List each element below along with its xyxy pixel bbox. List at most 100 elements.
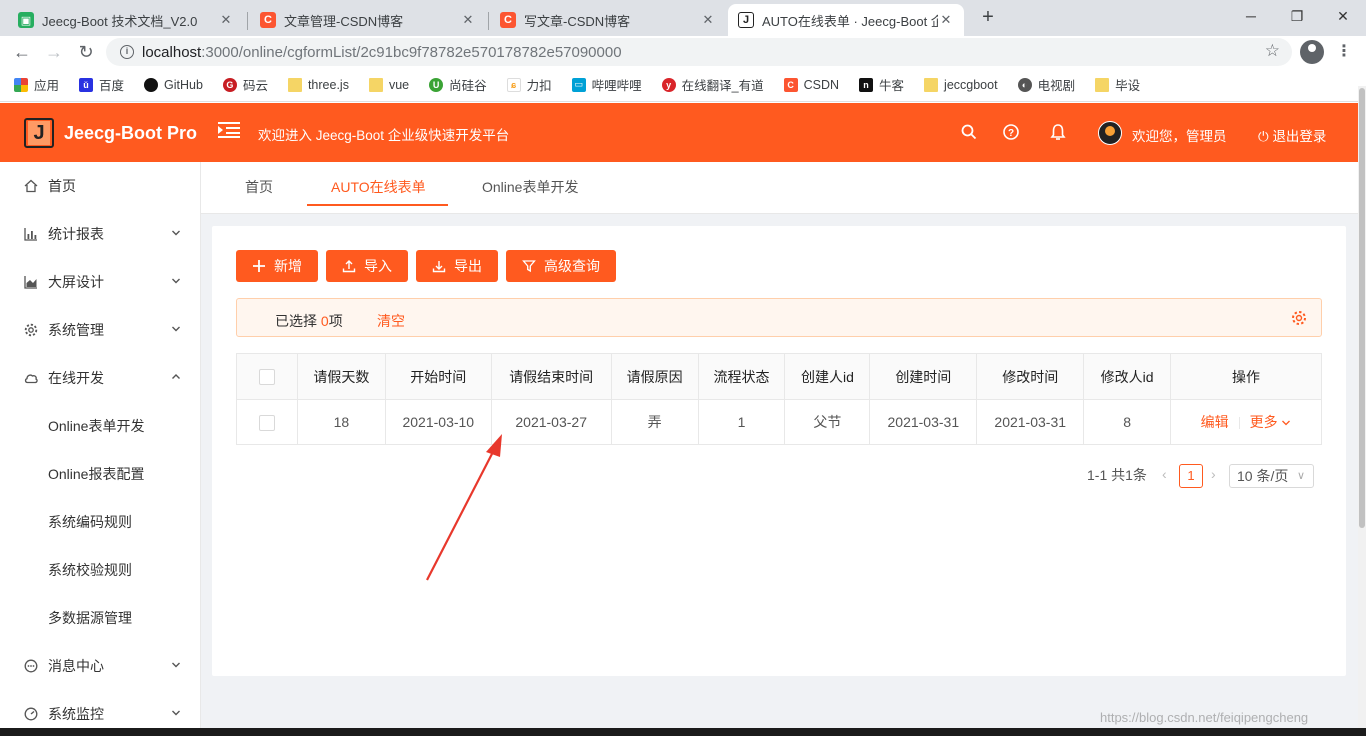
prev-page-icon[interactable]: ‹ [1162,466,1167,482]
sidebar-item-system[interactable]: 系统管理 [0,306,201,354]
export-button[interactable]: 导出 [416,250,498,282]
export-button-label: 导出 [454,258,482,274]
tab-home[interactable]: 首页 [245,177,273,197]
sidebar-item-bigscreen[interactable]: 大屏设计 [0,258,201,306]
browser-tab-docs[interactable]: ▣ Jeecg-Boot 技术文档_V2.0 ✕ [8,4,244,36]
sidebar-item-online-form[interactable]: Online表单开发 [0,402,201,450]
sidebar-item-datasource[interactable]: 多数据源管理 [0,594,201,642]
close-icon[interactable]: ✕ [218,12,234,28]
pagination-summary: 1-1 共1条 [1087,467,1147,483]
maximize-button[interactable]: ❐ [1274,4,1320,28]
app-header: J Jeecg-Boot Pro 欢迎进入 Jeecg-Boot 企业级快速开发… [0,103,1358,162]
url-input[interactable]: i localhost:3000/online/cgformList/2c91b… [106,38,1292,66]
user-greeting[interactable]: 欢迎您，管理员 [1132,125,1227,145]
avatar[interactable] [1098,121,1122,145]
sidebar-item-encoding-rules[interactable]: 系统编码规则 [0,498,201,546]
browser-menu-icon[interactable]: ⋮ [1334,40,1354,64]
bookmark-label: 力扣 [526,79,552,93]
close-icon[interactable]: ✕ [938,12,954,28]
bookmark-nowcoder[interactable]: n 牛客 [859,75,904,94]
cell-modifier: 8 [1083,399,1172,445]
forward-icon[interactable]: → [42,40,66,64]
sidebar-item-label: 系统校验规则 [48,562,132,578]
sidebar-item-online-dev[interactable]: 在线开发 [0,354,201,402]
bookmark-bilibili[interactable]: ▭ 哔哩哔哩 [571,75,642,94]
add-button[interactable]: 新增 [236,250,318,282]
sidebar-item-label: Online报表配置 [48,466,145,482]
import-button[interactable]: 导入 [326,250,408,282]
clear-selection-link[interactable]: 清空 [377,311,405,331]
sidebar-item-label: 系统编码规则 [48,514,132,530]
bookmark-vue[interactable]: vue [368,77,409,92]
close-icon[interactable]: ✕ [460,12,476,28]
bookmark-graduation[interactable]: 毕设 [1095,75,1140,94]
more-dropdown[interactable]: 更多 [1250,414,1292,430]
bookmark-gitee[interactable]: G 码云 [222,75,268,94]
column-header[interactable]: 修改人id [1083,353,1172,400]
bookmark-csdn[interactable]: C CSDN [783,77,839,92]
sidebar-item-label: 在线开发 [48,370,104,386]
select-all-checkbox[interactable] [258,369,275,386]
csdn-icon: C [783,77,798,92]
folder-icon [368,77,383,92]
sidebar-item-reports[interactable]: 统计报表 [0,210,201,258]
edit-link[interactable]: 编辑 [1201,414,1229,430]
page-size-select[interactable]: 10 条/页 ∨ [1229,464,1314,488]
sidebar-item-home[interactable]: 首页 [0,162,201,210]
bookmark-threejs[interactable]: three.js [287,77,349,92]
column-header[interactable]: 请假天数 [297,353,386,400]
bookmark-apps[interactable]: 应用 [14,75,59,94]
bookmark-baidu[interactable]: ǔ 百度 [79,75,124,94]
gear-icon[interactable] [1291,310,1307,326]
column-header[interactable]: 请假原因 [611,353,699,400]
bookmark-atguigu[interactable]: U 尚硅谷 [429,75,487,94]
browser-tab-auto-form[interactable]: J AUTO在线表单 · Jeecg-Boot 企 ✕ [728,4,964,36]
sidebar-item-label: 大屏设计 [48,274,104,290]
minimize-button[interactable]: ─ [1228,4,1274,28]
bookmark-label: 应用 [34,79,60,93]
nowcoder-icon: n [859,77,874,92]
tab-online-form-dev[interactable]: Online表单开发 [482,177,578,197]
advanced-query-button[interactable]: 高级查询 [506,250,616,282]
bookmark-jeccgboot[interactable]: jeccgboot [924,77,998,92]
scrollbar-thumb[interactable] [1359,88,1365,528]
window-close-button[interactable]: ✕ [1320,4,1366,28]
page-scrollbar[interactable] [1358,86,1366,736]
site-info-icon[interactable]: i [120,45,134,59]
sidebar-item-validation-rules[interactable]: 系统校验规则 [0,546,201,594]
row-checkbox[interactable] [258,414,275,431]
table-header-row: 请假天数 开始时间 请假结束时间 请假原因 流程状态 创建人id 创建时间 修改… [236,353,1322,400]
browser-tab-csdn-articles[interactable]: C 文章管理-CSDN博客 ✕ [250,4,486,36]
back-icon[interactable]: ← [10,40,34,64]
new-tab-button[interactable]: + [976,6,1000,30]
close-icon[interactable]: ✕ [700,12,716,28]
profile-icon[interactable] [1300,40,1324,64]
sidebar-item-online-report[interactable]: Online报表配置 [0,450,201,498]
menu-fold-icon[interactable] [218,121,240,139]
bookmark-youdao[interactable]: y 在线翻译_有道 [661,75,764,94]
search-icon[interactable] [960,123,978,141]
column-header[interactable]: 开始时间 [385,353,492,400]
bookmark-label: 牛客 [879,79,905,93]
column-header[interactable]: 创建时间 [869,353,978,400]
star-icon[interactable]: ☆ [1265,41,1280,61]
upload-icon [342,260,356,273]
logout-button[interactable]: ⏻ 退出登录 [1258,125,1326,145]
page-number[interactable]: 1 [1179,464,1203,488]
reload-icon[interactable]: ↻ [74,40,98,64]
welcome-text: 欢迎进入 Jeecg-Boot 企业级快速开发平台 [258,128,510,143]
browser-tab-csdn-write[interactable]: C 写文章-CSDN博客 ✕ [490,4,726,36]
bookmark-github[interactable]: GitHub [144,77,203,92]
column-header[interactable]: 修改时间 [976,353,1085,400]
column-header[interactable]: 流程状态 [698,353,786,400]
column-header[interactable]: 请假结束时间 [491,353,612,400]
sidebar-item-messages[interactable]: 消息中心 [0,642,201,690]
help-icon[interactable]: ? [1002,123,1020,141]
bookmark-leetcode[interactable]: ɕ 力扣 [506,75,552,94]
column-header[interactable]: 创建人id [784,353,871,400]
tab-auto-form[interactable]: AUTO在线表单 [331,177,426,197]
bookmark-tv[interactable]: ◐ 电视剧 [1017,75,1075,94]
chevron-down-icon [172,662,180,668]
bell-icon[interactable] [1049,123,1067,141]
next-page-icon[interactable]: › [1211,466,1216,482]
